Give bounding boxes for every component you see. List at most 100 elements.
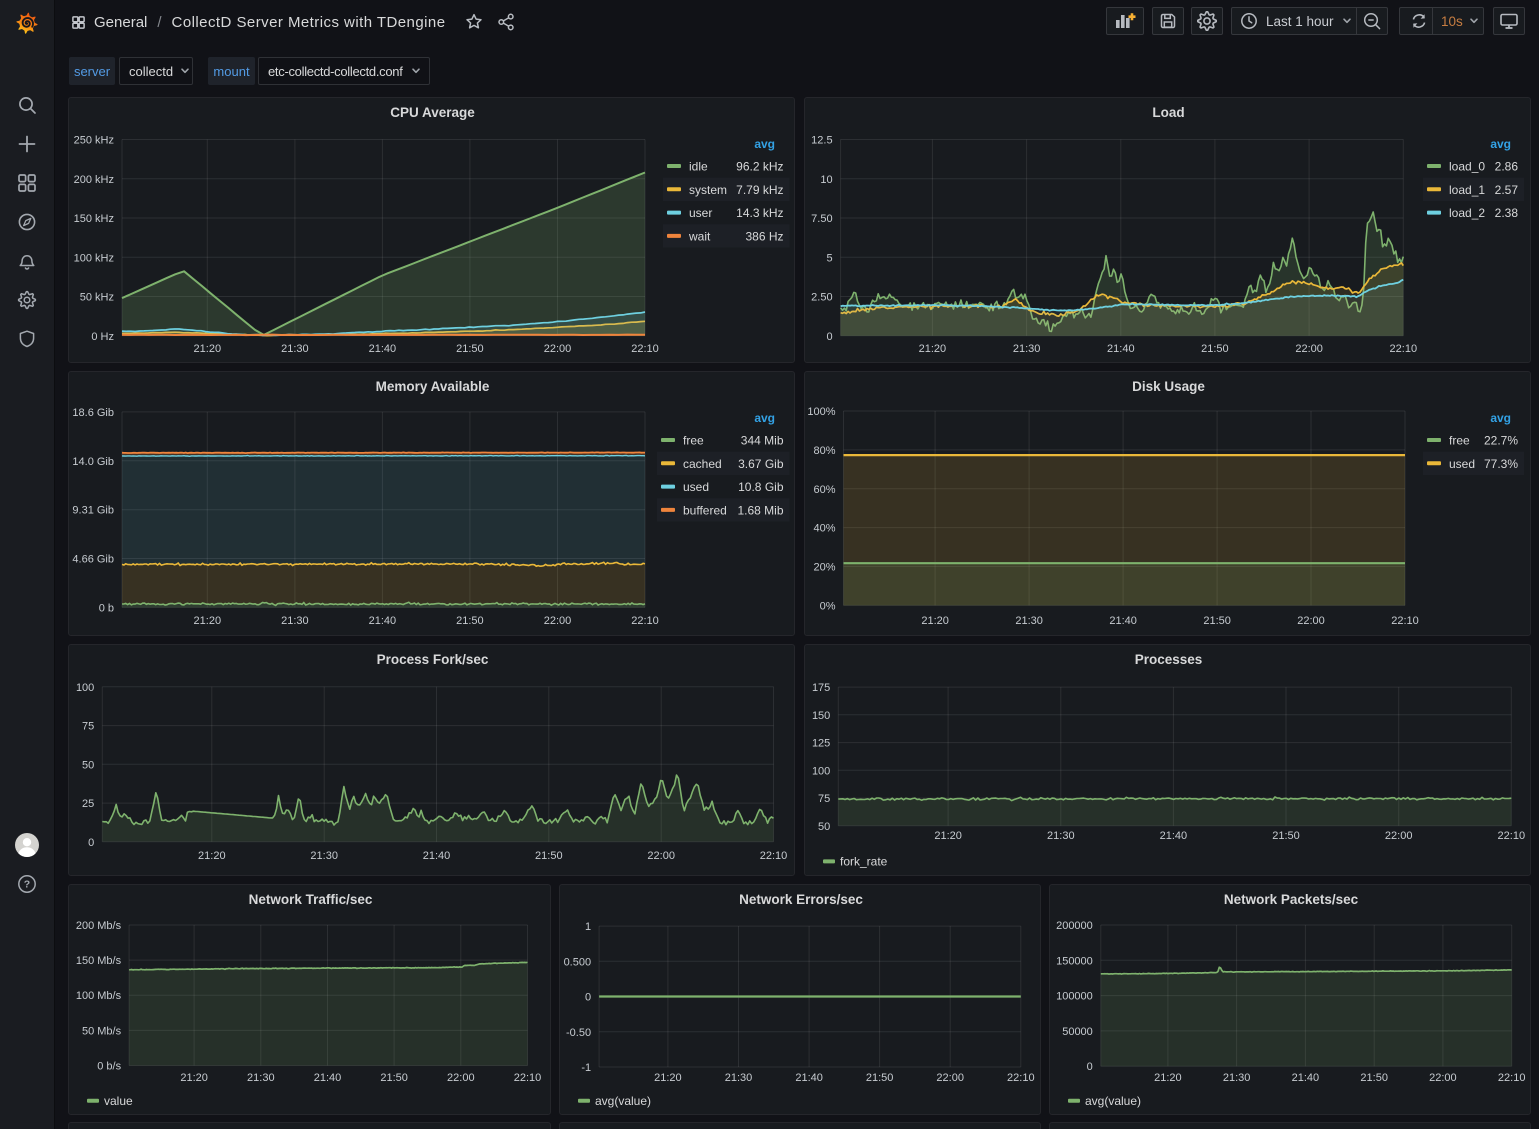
svg-text:96.2 kHz: 96.2 kHz bbox=[736, 160, 783, 174]
svg-text:free: free bbox=[1449, 434, 1470, 448]
svg-text:buffered: buffered bbox=[683, 503, 727, 517]
svg-text:21:30: 21:30 bbox=[310, 850, 338, 862]
svg-text:22:10: 22:10 bbox=[1391, 615, 1419, 627]
svg-text:value: value bbox=[104, 1094, 133, 1108]
svg-text:avg: avg bbox=[754, 137, 775, 151]
svg-text:21:40: 21:40 bbox=[1160, 830, 1188, 842]
svg-text:200 kHz: 200 kHz bbox=[74, 174, 114, 186]
svg-text:14.3 kHz: 14.3 kHz bbox=[736, 206, 783, 220]
svg-text:21:30: 21:30 bbox=[281, 343, 309, 355]
svg-text:0: 0 bbox=[585, 992, 591, 1004]
svg-text:250 kHz: 250 kHz bbox=[74, 135, 114, 147]
svg-text:9.31 Gib: 9.31 Gib bbox=[72, 505, 114, 517]
svg-text:4.66 Gib: 4.66 Gib bbox=[72, 554, 114, 566]
svg-text:50000: 50000 bbox=[1062, 1026, 1093, 1038]
svg-text:150 kHz: 150 kHz bbox=[74, 213, 114, 225]
svg-text:22:10: 22:10 bbox=[760, 850, 788, 862]
svg-text:7.79 kHz: 7.79 kHz bbox=[736, 183, 783, 197]
svg-text:21:30: 21:30 bbox=[1047, 830, 1075, 842]
svg-text:22:00: 22:00 bbox=[1429, 1072, 1457, 1084]
svg-text:load_0: load_0 bbox=[1449, 160, 1485, 174]
svg-text:avg(value): avg(value) bbox=[595, 1094, 651, 1108]
svg-text:100000: 100000 bbox=[1056, 991, 1093, 1003]
svg-text:21:20: 21:20 bbox=[180, 1072, 208, 1084]
svg-text:21:50: 21:50 bbox=[456, 343, 484, 355]
svg-text:21:30: 21:30 bbox=[1015, 615, 1043, 627]
svg-text:1.68 Mib: 1.68 Mib bbox=[737, 503, 783, 517]
svg-text:21:20: 21:20 bbox=[1154, 1072, 1182, 1084]
svg-text:100: 100 bbox=[812, 765, 830, 777]
svg-text:22:00: 22:00 bbox=[647, 850, 675, 862]
svg-text:3.67 Gib: 3.67 Gib bbox=[738, 457, 784, 471]
svg-text:0: 0 bbox=[88, 837, 94, 849]
svg-text:2.50: 2.50 bbox=[811, 292, 832, 304]
svg-text:Disk Usage: Disk Usage bbox=[1132, 379, 1205, 394]
svg-text:1: 1 bbox=[585, 921, 591, 933]
svg-text:Load: Load bbox=[1152, 105, 1184, 120]
svg-text:18.6 Gib: 18.6 Gib bbox=[72, 407, 114, 419]
svg-text:2.86: 2.86 bbox=[1495, 160, 1519, 174]
svg-text:7.50: 7.50 bbox=[811, 213, 832, 225]
svg-text:22:10: 22:10 bbox=[514, 1072, 542, 1084]
svg-text:200 Mb/s: 200 Mb/s bbox=[76, 920, 122, 932]
svg-text:0 Hz: 0 Hz bbox=[91, 331, 114, 343]
svg-text:50: 50 bbox=[818, 821, 830, 833]
svg-text:22:10: 22:10 bbox=[1007, 1072, 1035, 1084]
svg-text:Network Packets/sec: Network Packets/sec bbox=[1224, 892, 1359, 907]
svg-text:21:20: 21:20 bbox=[919, 343, 947, 355]
svg-text:Network Errors/sec: Network Errors/sec bbox=[739, 892, 863, 907]
svg-text:21:50: 21:50 bbox=[535, 850, 563, 862]
svg-text:50 Mb/s: 50 Mb/s bbox=[82, 1025, 122, 1037]
svg-text:50 kHz: 50 kHz bbox=[80, 292, 114, 304]
svg-text:40%: 40% bbox=[813, 523, 835, 535]
svg-text:-1: -1 bbox=[581, 1062, 591, 1074]
svg-text:avg: avg bbox=[1490, 411, 1511, 425]
svg-text:21:30: 21:30 bbox=[1013, 343, 1041, 355]
svg-text:Memory Available: Memory Available bbox=[376, 379, 490, 394]
svg-text:idle: idle bbox=[689, 160, 708, 174]
svg-text:21:20: 21:20 bbox=[194, 615, 222, 627]
svg-text:150000: 150000 bbox=[1056, 955, 1093, 967]
svg-text:21:50: 21:50 bbox=[866, 1072, 894, 1084]
svg-text:10: 10 bbox=[820, 174, 832, 186]
svg-text:used: used bbox=[683, 480, 709, 494]
svg-text:21:40: 21:40 bbox=[1107, 343, 1135, 355]
svg-text:21:20: 21:20 bbox=[654, 1072, 682, 1084]
svg-text:Network Traffic/sec: Network Traffic/sec bbox=[249, 892, 373, 907]
svg-text:21:40: 21:40 bbox=[369, 343, 397, 355]
svg-text:21:40: 21:40 bbox=[795, 1072, 823, 1084]
svg-text:22.7%: 22.7% bbox=[1484, 434, 1518, 448]
svg-text:21:40: 21:40 bbox=[1109, 615, 1137, 627]
svg-text:10.8 Gib: 10.8 Gib bbox=[738, 480, 784, 494]
svg-text:21:50: 21:50 bbox=[1201, 343, 1229, 355]
svg-text:0%: 0% bbox=[820, 600, 836, 612]
svg-text:21:20: 21:20 bbox=[934, 830, 962, 842]
svg-text:used: used bbox=[1449, 457, 1475, 471]
svg-text:load_1: load_1 bbox=[1449, 183, 1485, 197]
svg-text:22:00: 22:00 bbox=[1295, 343, 1323, 355]
svg-text:21:20: 21:20 bbox=[921, 615, 949, 627]
svg-text:-0.50: -0.50 bbox=[566, 1027, 591, 1039]
svg-text:21:40: 21:40 bbox=[369, 615, 397, 627]
svg-text:0: 0 bbox=[1087, 1061, 1093, 1073]
svg-text:22:10: 22:10 bbox=[631, 615, 659, 627]
svg-text:Process Fork/sec: Process Fork/sec bbox=[377, 652, 489, 667]
svg-text:100 kHz: 100 kHz bbox=[74, 252, 114, 264]
svg-text:22:00: 22:00 bbox=[936, 1072, 964, 1084]
svg-text:77.3%: 77.3% bbox=[1484, 457, 1518, 471]
svg-text:21:30: 21:30 bbox=[281, 615, 309, 627]
svg-text:21:40: 21:40 bbox=[423, 850, 451, 862]
svg-text:user: user bbox=[689, 206, 712, 220]
svg-text:150 Mb/s: 150 Mb/s bbox=[76, 955, 122, 967]
svg-text:125: 125 bbox=[812, 738, 830, 750]
svg-text:75: 75 bbox=[82, 721, 94, 733]
svg-text:22:00: 22:00 bbox=[544, 343, 572, 355]
svg-text:free: free bbox=[683, 434, 704, 448]
svg-text:load_2: load_2 bbox=[1449, 206, 1485, 220]
svg-text:21:50: 21:50 bbox=[380, 1072, 408, 1084]
svg-text:60%: 60% bbox=[813, 484, 835, 496]
svg-text:100%: 100% bbox=[807, 406, 835, 418]
svg-text:14.0 Gib: 14.0 Gib bbox=[72, 456, 114, 468]
svg-text:22:00: 22:00 bbox=[544, 615, 572, 627]
svg-text:12.5: 12.5 bbox=[811, 135, 832, 147]
